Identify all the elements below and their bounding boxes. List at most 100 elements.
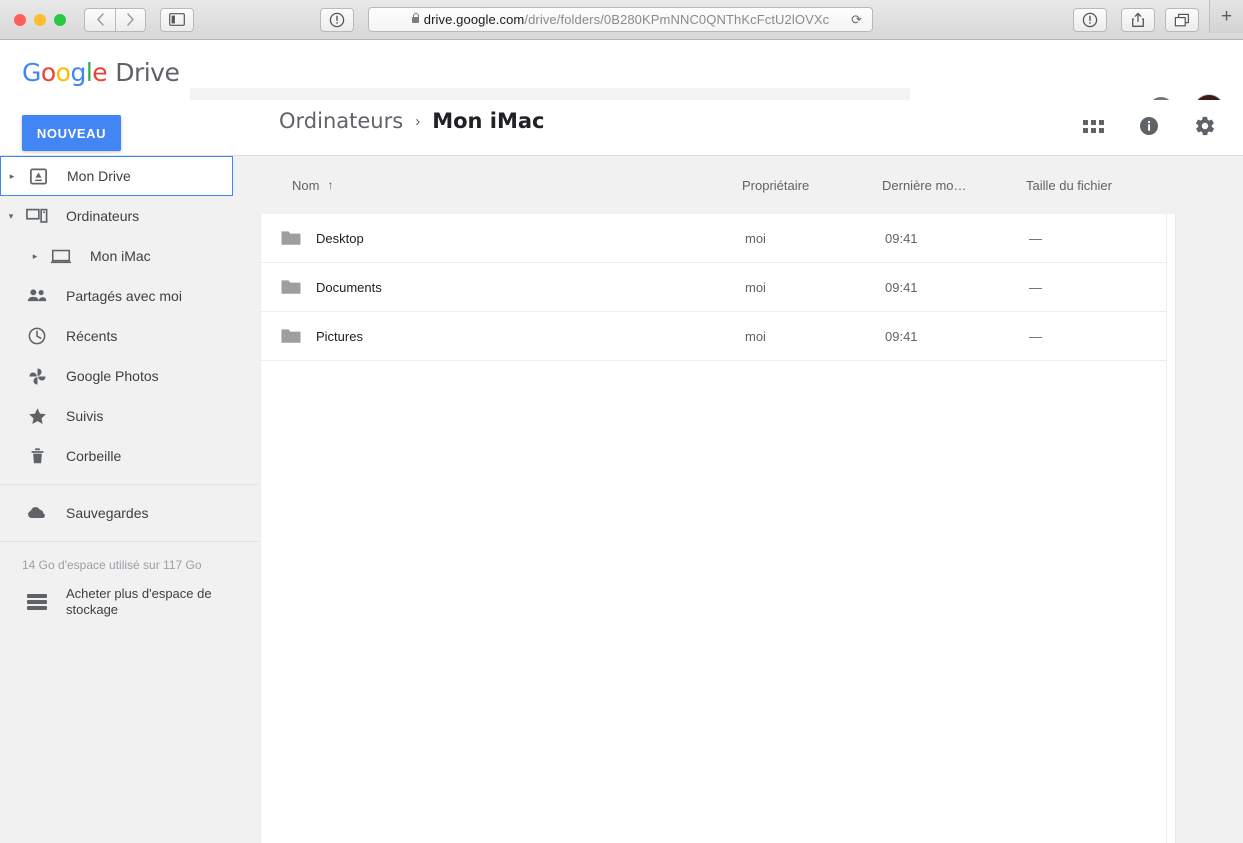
table-row[interactable]: Pictures moi 09:41 — — [261, 312, 1166, 361]
file-size: — — [1029, 328, 1042, 344]
expander-chevron-down-icon[interactable]: ▾ — [0, 211, 22, 222]
share-button[interactable] — [1121, 8, 1155, 32]
column-header-owner[interactable]: Propriétaire — [742, 178, 809, 193]
column-header-name-label: Nom — [292, 177, 320, 193]
column-header-name[interactable]: Nom ↑ — [292, 178, 333, 193]
toolbar-right-buttons: + — [1073, 0, 1243, 33]
folder-icon — [280, 327, 302, 345]
sidebar-item-mon-drive[interactable]: ▸ Mon Drive — [0, 156, 233, 196]
buy-storage-button[interactable]: Acheter plus d'espace de stockage — [0, 582, 258, 622]
file-name: Desktop — [316, 230, 364, 246]
chevron-right-icon — [126, 13, 134, 26]
sidebar-item-label: Partagés avec moi — [66, 288, 182, 304]
grid-view-icon — [1082, 119, 1104, 133]
column-header-modified[interactable]: Dernière mo… — [882, 178, 967, 193]
file-owner: moi — [745, 230, 766, 246]
new-tab-button[interactable]: + — [1209, 0, 1243, 33]
sidebar-divider — [0, 484, 258, 485]
sidebar-item-label: Sauvegardes — [66, 505, 149, 521]
file-modified: 09:41 — [885, 230, 918, 246]
people-icon — [22, 287, 52, 305]
expander-chevron-right-icon[interactable]: ▸ — [1, 171, 23, 182]
right-gutter — [1177, 214, 1243, 843]
reload-button[interactable]: ⟳ — [851, 12, 862, 28]
file-list-header: Nom ↑ Propriétaire Dernière mo… Taille d… — [258, 156, 1243, 214]
sidebar-toggle-icon — [169, 13, 185, 26]
drive-disk-icon — [23, 167, 53, 186]
file-name: Pictures — [316, 328, 363, 344]
sidebar-item-sauvegardes[interactable]: Sauvegardes — [0, 493, 258, 533]
lock-icon — [411, 12, 420, 23]
chevron-left-icon — [97, 13, 104, 26]
photos-pinwheel-icon — [22, 366, 52, 387]
file-size: — — [1029, 279, 1042, 295]
url-domain: drive.google.com — [423, 12, 525, 27]
navigation-buttons — [84, 7, 146, 32]
imac-icon — [46, 248, 76, 265]
details-button[interactable] — [1131, 108, 1167, 144]
sidebar-item-label: Suivis — [66, 408, 104, 424]
file-owner: moi — [745, 328, 766, 344]
sort-ascending-icon: ↑ — [327, 178, 334, 192]
sidebar-item-label: Corbeille — [66, 448, 122, 464]
sidebar-item-mon-imac[interactable]: ▸ Mon iMac — [0, 236, 258, 276]
share-icon — [1132, 12, 1144, 27]
file-modified: 09:41 — [885, 328, 918, 344]
maximize-window-button[interactable] — [54, 13, 66, 26]
column-header-size[interactable]: Taille du fichier — [1026, 178, 1112, 193]
page-info-button[interactable] — [1073, 8, 1107, 32]
sidebar-item-suivis[interactable]: Suivis — [0, 396, 258, 436]
breadcrumb: Ordinateurs › Mon iMac — [279, 109, 545, 133]
sidebar-item-corbeille[interactable]: Corbeille — [0, 436, 258, 476]
table-row[interactable]: Desktop moi 09:41 — — [261, 214, 1166, 263]
cloud-icon — [22, 505, 52, 521]
sidebar-item-partages-avec-moi[interactable]: Partagés avec moi — [0, 276, 258, 316]
view-actions — [1075, 108, 1223, 144]
show-tabs-button[interactable] — [1165, 8, 1199, 32]
clock-icon — [22, 326, 52, 346]
logo-word: Drive — [115, 58, 180, 87]
table-row[interactable]: Documents moi 09:41 — — [261, 263, 1166, 312]
info-icon — [1082, 12, 1098, 28]
window-controls — [14, 13, 66, 26]
buy-storage-label: Acheter plus d'espace de stockage — [66, 586, 212, 617]
settings-button[interactable] — [1187, 108, 1223, 144]
google-drive-logo[interactable]: Google Drive — [22, 58, 180, 87]
sidebar-item-google-photos[interactable]: Google Photos — [0, 356, 258, 396]
computers-icon — [22, 207, 52, 225]
sidebar-item-label: Ordinateurs — [66, 208, 140, 224]
close-window-button[interactable] — [14, 13, 26, 26]
breadcrumb-item-ordinateurs[interactable]: Ordinateurs — [279, 109, 403, 133]
breadcrumb-separator-icon: › — [415, 112, 421, 130]
url-display: drive.google.com /drive/folders/0B280KPm… — [411, 12, 829, 27]
expander-chevron-right-icon[interactable]: ▸ — [24, 251, 46, 262]
new-button[interactable]: NOUVEAU — [22, 115, 121, 151]
breadcrumb-item-current: Mon iMac — [432, 109, 545, 133]
address-bar-area: drive.google.com /drive/folders/0B280KPm… — [320, 7, 893, 32]
sidebar-toggle-button[interactable] — [160, 7, 194, 32]
minimize-window-button[interactable] — [34, 13, 46, 26]
privacy-report-icon — [329, 12, 345, 27]
star-icon — [22, 406, 52, 427]
trash-icon — [22, 446, 52, 466]
sidebar-item-recents[interactable]: Récents — [0, 316, 258, 356]
file-list: Desktop moi 09:41 — Documents moi 09:41 … — [260, 214, 1166, 843]
privacy-report-button[interactable] — [320, 7, 354, 32]
forward-button[interactable] — [115, 7, 146, 32]
file-modified: 09:41 — [885, 279, 918, 295]
folder-icon — [280, 278, 302, 296]
sidebar-item-label: Google Photos — [66, 368, 159, 384]
info-circle-icon — [1140, 117, 1158, 135]
file-owner: moi — [745, 279, 766, 295]
grid-view-button[interactable] — [1075, 108, 1111, 144]
sidebar: NOUVEAU ▸ Mon Drive ▾ Ordinateurs ▸ Mon … — [0, 115, 258, 843]
browser-toolbar: drive.google.com /drive/folders/0B280KPm… — [0, 0, 1243, 40]
logo-letter: G — [22, 58, 41, 87]
sidebar-item-label: Récents — [66, 328, 118, 344]
sidebar-item-label: Mon Drive — [67, 168, 131, 184]
sidebar-item-ordinateurs[interactable]: ▾ Ordinateurs — [0, 196, 258, 236]
file-size: — — [1029, 230, 1042, 246]
address-bar[interactable]: drive.google.com /drive/folders/0B280KPm… — [368, 7, 873, 32]
file-list-scrollbar[interactable] — [1166, 214, 1176, 843]
back-button[interactable] — [84, 7, 115, 32]
